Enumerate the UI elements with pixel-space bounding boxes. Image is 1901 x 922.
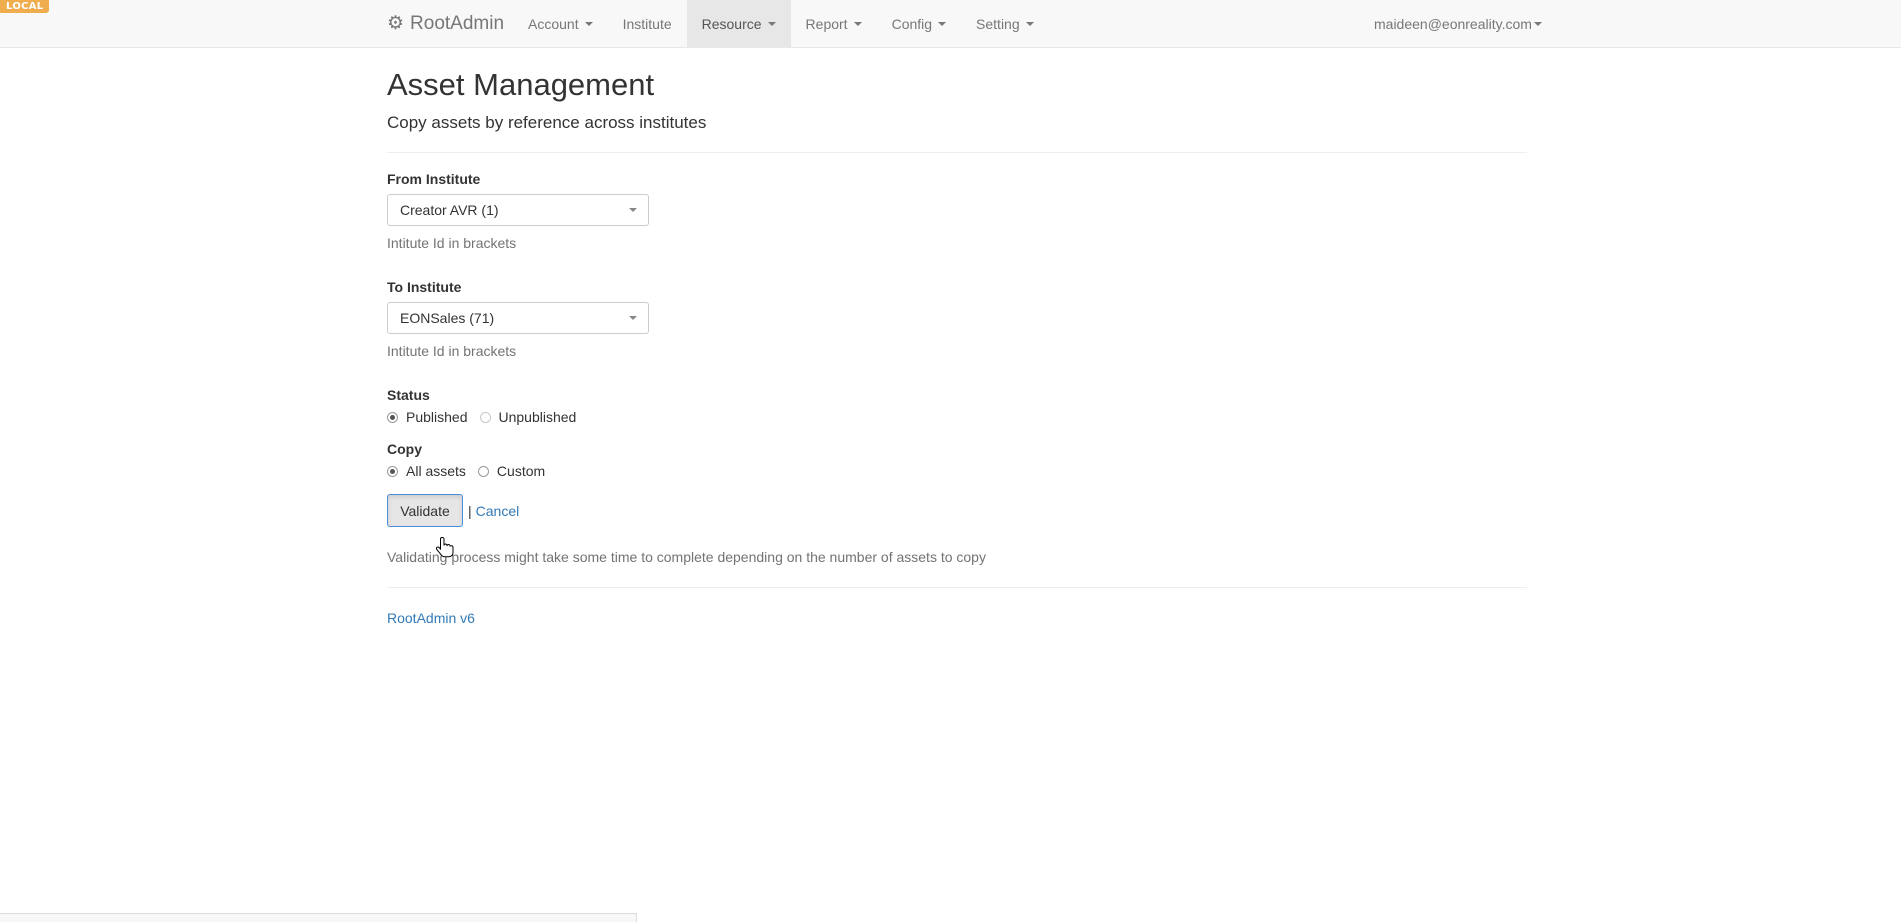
caret-down-icon [584,21,593,26]
from-institute-label: From Institute [387,171,481,188]
status-unpublished-radio[interactable] [479,411,491,423]
from-institute-select[interactable]: Creator AVR (1) [387,194,649,227]
dropdown-arrow-icon [629,316,637,321]
nav-item-label: Institute [622,15,672,32]
copy-radio-row: All assets Custom [387,463,1527,479]
nav-item-account[interactable]: Account [513,0,608,47]
status-published-radio[interactable] [387,411,398,423]
nav-item-label: Account [528,15,579,32]
nav-item-label: Config [891,15,933,32]
version-link[interactable]: RootAdmin v6 [387,610,475,626]
caret-down-icon [767,21,776,26]
page-title: Asset Management [387,67,655,102]
dropdown-arrow-icon [629,208,637,213]
copy-all-assets-radio[interactable] [387,465,398,477]
user-menu[interactable]: maideen@eonreality.com [1374,0,1542,47]
caret-down-icon [1025,21,1034,26]
status-label: Status [387,387,430,404]
status-unpublished-label[interactable]: Unpublished [499,409,577,425]
hand-pointer-icon [436,537,454,558]
copy-custom-radio[interactable] [477,465,489,477]
caret-down-icon [938,21,947,26]
copy-label: Copy [387,441,422,458]
status-group: Status Published Unpublished [387,387,1527,425]
main-content: Asset Management Copy assets by referenc… [387,48,1527,626]
to-institute-group: To Institute EONSales (71) Intitute Id i… [387,279,1527,359]
validate-note: Validating process might take some time … [387,549,986,566]
form-actions: Validate | Cancel [387,494,1527,528]
gear-icon: ⚙ [387,13,405,34]
environment-badge: LOCAL [0,0,50,13]
nav-item-institute[interactable]: Institute [608,0,687,47]
status-published-label[interactable]: Published [406,409,468,425]
from-institute-group: From Institute Creator AVR (1) Intitute … [387,171,1527,251]
nav-item-resource[interactable]: Resource [686,0,791,47]
nav-item-label: Setting [976,15,1020,32]
from-institute-help: Intitute Id in brackets [387,235,517,252]
nav-item-label: Report [805,15,848,32]
brand-link[interactable]: ⚙ RootAdmin [387,0,504,47]
caret-down-icon [853,21,862,26]
nav-item-report[interactable]: Report [791,0,877,47]
cancel-link[interactable]: Cancel [476,503,520,519]
copy-group: Copy All assets Custom [387,441,1527,479]
to-institute-label: To Institute [387,279,462,296]
status-radio-row: Published Unpublished [387,409,1527,425]
divider [387,587,1527,589]
copy-all-assets-label[interactable]: All assets [406,463,466,479]
brand-label: RootAdmin [410,12,505,34]
to-institute-help: Intitute Id in brackets [387,343,517,360]
page-subtitle: Copy assets by reference across institut… [387,113,707,133]
to-institute-select[interactable]: EONSales (71) [387,302,649,335]
validate-button[interactable]: Validate [387,494,463,528]
nav-item-config[interactable]: Config [877,0,961,47]
from-institute-value: Creator AVR (1) [400,202,499,219]
copy-custom-label[interactable]: Custom [497,463,545,479]
nav-item-label: Resource [701,15,762,32]
user-email: maideen@eonreality.com [1374,15,1532,32]
main-nav: Account Institute Resource Report Config… [513,0,1049,47]
caret-down-icon [1533,21,1542,26]
divider [387,152,1527,154]
nav-item-setting[interactable]: Setting [961,0,1049,47]
action-separator: | [468,502,472,519]
to-institute-value: EONSales (71) [400,310,495,327]
top-navbar: ⚙ RootAdmin Account Institute Resource R… [0,0,1901,48]
